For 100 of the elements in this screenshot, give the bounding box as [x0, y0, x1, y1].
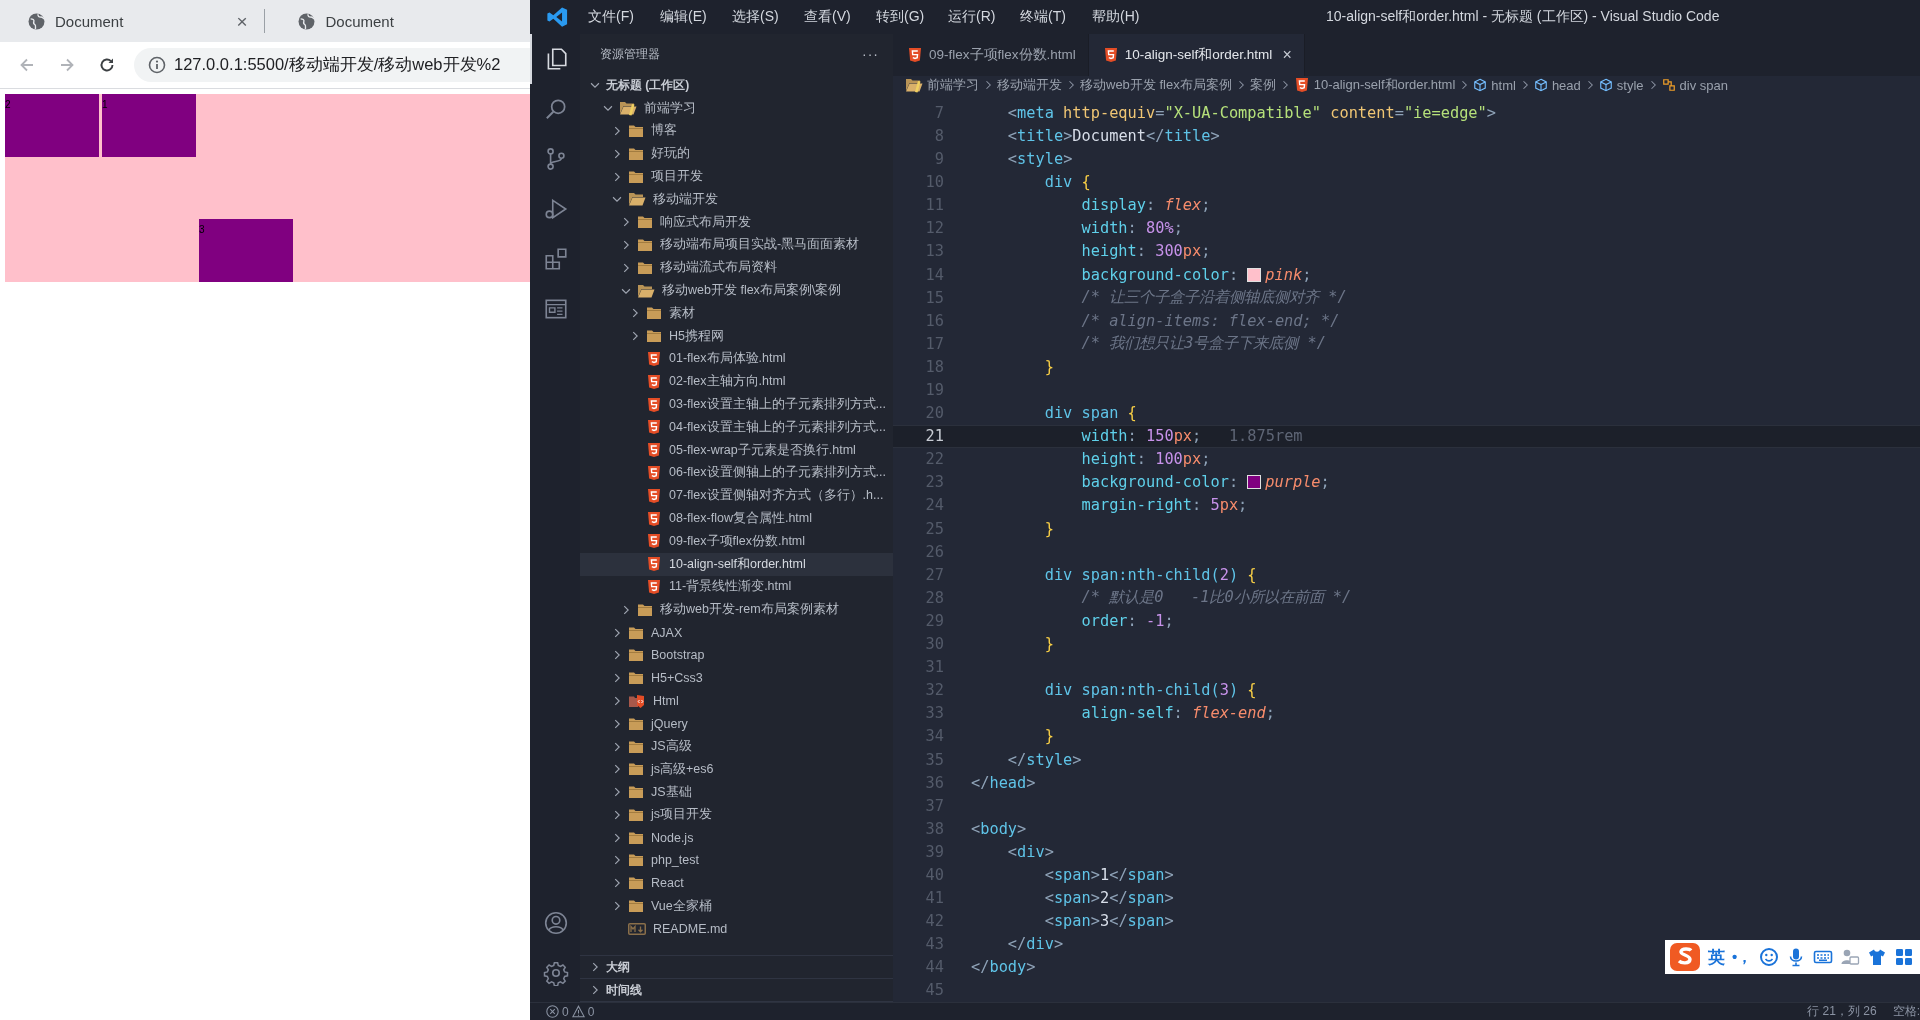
- indentation-setting[interactable]: 空格:: [1892, 1003, 1920, 1020]
- menu-item[interactable]: 运行(R): [940, 8, 1012, 26]
- code-text: <span>3</span>: [1043, 912, 1174, 931]
- breadcrumb[interactable]: 10-align-self和order.html: [1293, 76, 1456, 95]
- tree-item[interactable]: 08-flex-flow复合属性.html: [580, 507, 893, 530]
- tree-item[interactable]: 01-flex布局体验.html: [580, 347, 893, 371]
- tree-item[interactable]: php_test: [580, 849, 893, 872]
- ime-logo-icon[interactable]: [1669, 942, 1701, 972]
- tree-item[interactable]: 素材: [580, 301, 893, 325]
- tree-item[interactable]: 03-flex设置主轴上的子元素排列方式...: [580, 393, 893, 416]
- tree-item[interactable]: Vue全家桶: [580, 894, 893, 918]
- close-button[interactable]: ×: [1282, 45, 1292, 64]
- tree-item[interactable]: 博客: [580, 119, 893, 143]
- workspace-header[interactable]: 无标题 (工作区): [580, 74, 893, 97]
- tree-item[interactable]: Html: [580, 689, 893, 713]
- info-icon[interactable]: [148, 56, 166, 74]
- tree-item[interactable]: 移动端布局项目实战-黑马面面素材: [580, 233, 893, 257]
- inline-hint: 1.875rem: [1228, 427, 1303, 446]
- tree-item[interactable]: js高级+es6: [580, 757, 893, 781]
- settings-icon[interactable]: [543, 960, 569, 986]
- code-text: height: 300px;: [1080, 242, 1211, 261]
- tree-item[interactable]: 移动web开发 flex布局案例\案例: [580, 279, 893, 302]
- tree-item[interactable]: H5携程网: [580, 324, 893, 348]
- code-text: /* 让三个子盒子沿着侧轴底侧对齐 */: [1080, 287, 1347, 309]
- cube-icon: [1598, 78, 1613, 93]
- address-field[interactable]: 127.0.0.1:5500/移动端开发/移动web开发%2: [134, 48, 530, 82]
- tree-item[interactable]: Node.js: [580, 826, 893, 850]
- breadcrumb[interactable]: 前端学习: [905, 76, 979, 95]
- tree-item[interactable]: 07-flex设置侧轴对齐方式（多行）.h...: [580, 484, 893, 508]
- tree-item[interactable]: 09-flex子项flex份数.html: [580, 529, 893, 553]
- open-folder-icon: [619, 100, 637, 117]
- tree-item[interactable]: 11-背景线性渐变.html: [580, 575, 893, 599]
- tree-item[interactable]: AJAX: [580, 621, 893, 644]
- user-card-icon[interactable]: [1840, 947, 1861, 967]
- html-file-icon: [646, 487, 662, 504]
- menu-item[interactable]: 转到(G): [868, 8, 940, 26]
- tree-item[interactable]: React: [580, 871, 893, 895]
- emoji-icon[interactable]: [1759, 947, 1780, 967]
- menu-item[interactable]: 查看(V): [796, 8, 868, 26]
- code-text: }: [1043, 635, 1054, 654]
- breadcrumb[interactable]: 案例: [1249, 76, 1276, 95]
- breadcrumb[interactable]: 移动web开发 flex布局案例: [1080, 76, 1232, 95]
- html-file-icon: [646, 419, 662, 436]
- cube-icon: [1473, 78, 1488, 93]
- extensions-icon[interactable]: [543, 246, 569, 272]
- browser-tab[interactable]: Document ×: [8, 0, 260, 42]
- menu-item[interactable]: 选择(S): [724, 8, 796, 26]
- grid-icon[interactable]: [1894, 947, 1915, 967]
- symbol-icon: [1661, 78, 1676, 93]
- menu-item[interactable]: 帮助(H): [1084, 8, 1156, 26]
- tree-item[interactable]: 项目开发: [580, 165, 893, 188]
- editor-tab[interactable]: 09-flex子项flex份数.html: [893, 34, 1089, 76]
- reload-icon[interactable]: [98, 56, 116, 74]
- tree-item[interactable]: 前端学习: [580, 96, 893, 120]
- account-icon[interactable]: [543, 910, 569, 936]
- tree-item[interactable]: H5+Css3: [580, 666, 893, 690]
- close-button[interactable]: ×: [236, 11, 248, 31]
- more-actions-button[interactable]: ···: [862, 46, 879, 62]
- breadcrumb[interactable]: html: [1473, 77, 1516, 93]
- code-text: pink;: [1265, 265, 1312, 284]
- tree-item[interactable]: 06-flex设置侧轴上的子元素排列方式...: [580, 461, 893, 485]
- browser-tab[interactable]: Document: [278, 0, 530, 42]
- tree-item[interactable]: README.md: [580, 917, 893, 941]
- folder-icon: [646, 305, 662, 322]
- box-number: 3: [199, 223, 205, 236]
- menu-item[interactable]: 文件(F): [580, 8, 652, 26]
- code-text: </body>: [971, 958, 1036, 977]
- tree-item[interactable]: 02-flex主轴方向.html: [580, 370, 893, 394]
- menu-item[interactable]: 终端(T): [1012, 8, 1084, 26]
- tree-item[interactable]: 10-align-self和order.html: [580, 552, 893, 576]
- breadcrumb[interactable]: 移动端开发: [997, 76, 1062, 95]
- tree-item[interactable]: 移动端流式布局资料: [580, 256, 893, 280]
- code-text: display: flex;: [1080, 196, 1211, 215]
- run-debug-icon[interactable]: [543, 196, 569, 222]
- tree-item[interactable]: 移动端开发: [580, 188, 893, 211]
- window-title: 10-align-self和order.html - 无标题 (工作区) - Visual Studio Code: [1326, 8, 1720, 26]
- tree-item[interactable]: 响应式布局开发: [580, 210, 893, 234]
- editor-tab[interactable]: 10-align-self和order.html ×: [1088, 34, 1305, 76]
- tree-item[interactable]: js项目开发: [580, 803, 893, 827]
- tree-item[interactable]: JS高级: [580, 735, 893, 758]
- tree-item[interactable]: 05-flex-wrap子元素是否换行.html: [580, 438, 893, 462]
- section-header[interactable]: 大纲: [580, 956, 893, 980]
- problems-indicator[interactable]: 0 0: [546, 1004, 595, 1019]
- punctuation-mode[interactable]: •，: [1732, 947, 1753, 967]
- breadcrumb[interactable]: style: [1598, 77, 1644, 93]
- code-text: order: -1;: [1080, 611, 1174, 630]
- input-mode[interactable]: 英: [1708, 945, 1725, 969]
- cursor-position[interactable]: 行 21，列 26: [1807, 1003, 1877, 1020]
- tree-item[interactable]: 好玩的: [580, 142, 893, 166]
- tree-item[interactable]: 04-flex设置主轴上的子元素排列方式...: [580, 415, 893, 439]
- menu-item[interactable]: 编辑(E): [652, 8, 724, 26]
- breadcrumb[interactable]: head: [1533, 77, 1581, 93]
- code-text: <span>2</span>: [1043, 889, 1174, 908]
- shirt-icon[interactable]: [1867, 947, 1888, 967]
- tree-item[interactable]: JS基础: [580, 780, 893, 804]
- code-text: /* 我们想只让3号盒子下来底侧 */: [1080, 333, 1326, 355]
- tree-item[interactable]: jQuery: [580, 712, 893, 736]
- tree-item[interactable]: 移动web开发-rem布局案例素材: [580, 598, 893, 622]
- breadcrumb[interactable]: div span: [1661, 77, 1728, 93]
- tree-item[interactable]: Bootstrap: [580, 643, 893, 667]
